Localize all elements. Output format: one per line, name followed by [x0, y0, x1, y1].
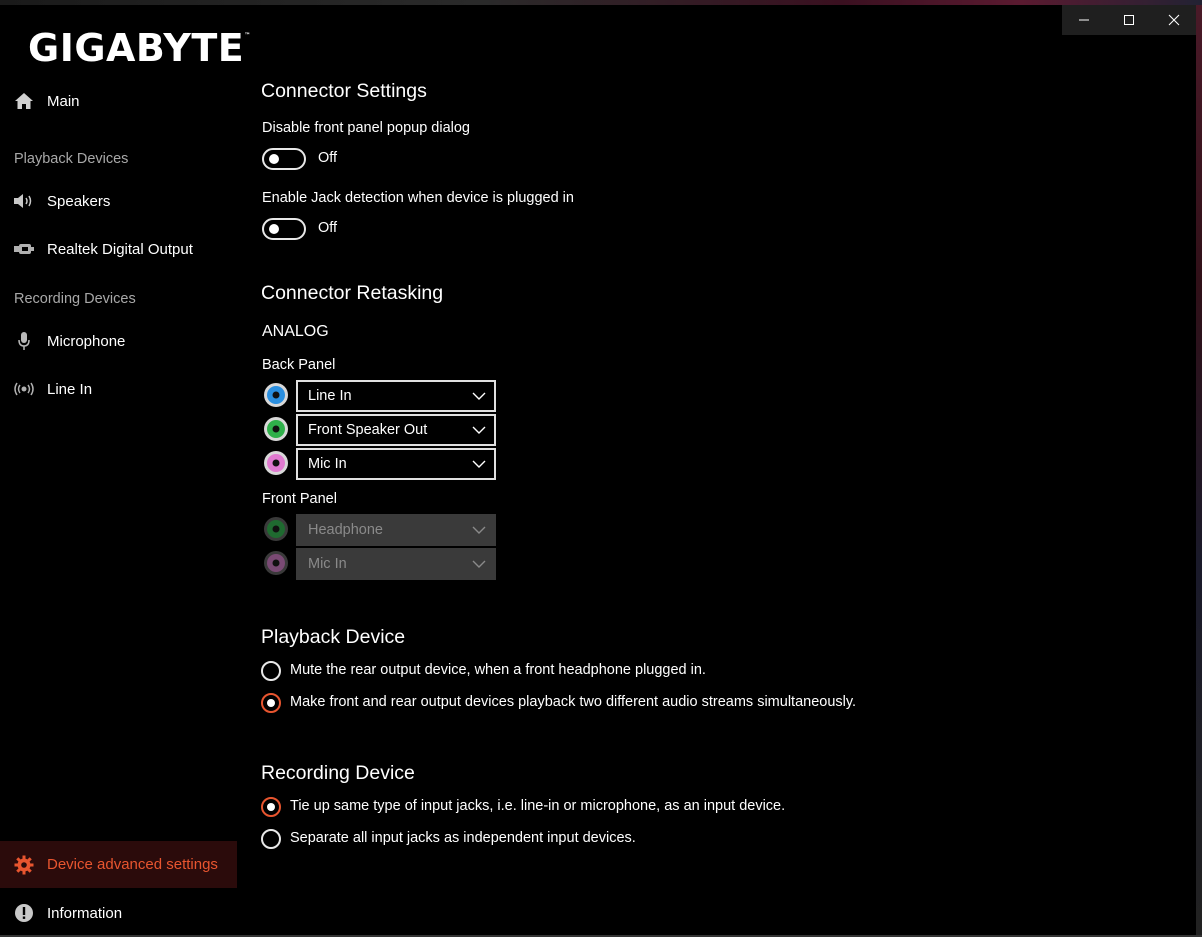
jack-connector-icon — [263, 382, 289, 408]
sidebar-item-line-in[interactable]: Line In — [0, 369, 237, 409]
sidebar-item-information[interactable]: Information — [0, 893, 237, 933]
sidebar-section-recording: Recording Devices — [14, 291, 136, 307]
sidebar-section-playback: Playback Devices — [14, 151, 129, 167]
back-jack-select[interactable]: Mic In — [296, 448, 496, 480]
sidebar-item-label: Line In — [47, 380, 93, 398]
home-icon — [0, 92, 47, 110]
sidebar-item-label: Main — [47, 92, 80, 110]
jack-detection-state: Off — [318, 220, 338, 236]
gigabyte-logo: GIGABYTE™ — [28, 26, 251, 70]
popup-dialog-toggle[interactable] — [262, 148, 306, 170]
window-top-border — [0, 0, 1202, 5]
sidebar-item-label: Realtek Digital Output — [47, 240, 193, 258]
select-value: Headphone — [308, 522, 383, 538]
close-button[interactable] — [1151, 5, 1196, 35]
back-jack-select[interactable]: Front Speaker Out — [296, 414, 496, 446]
select-value: Line In — [308, 388, 352, 404]
playback-device-title: Playback Device — [261, 626, 406, 648]
digital-output-icon — [0, 243, 47, 255]
jack-connector-icon — [263, 550, 289, 576]
minimize-button[interactable] — [1062, 5, 1107, 35]
toggle-knob — [269, 224, 279, 234]
sidebar-item-label: Device advanced settings — [47, 856, 218, 873]
front-jack-select: Headphone — [296, 514, 496, 546]
sidebar-item-speakers[interactable]: Speakers — [0, 181, 237, 221]
window-controls — [1062, 5, 1196, 35]
front-jack-select: Mic In — [296, 548, 496, 580]
popup-dialog-state: Off — [318, 150, 338, 166]
microphone-icon — [0, 331, 47, 351]
chevron-down-icon — [464, 460, 494, 468]
chevron-down-icon — [464, 560, 494, 568]
sidebar-item-main[interactable]: Main — [0, 81, 237, 121]
toggle-knob — [269, 154, 279, 164]
connector-retasking-title: Connector Retasking — [261, 282, 444, 304]
recording-device-title: Recording Device — [261, 762, 415, 784]
jack-detection-label: Enable Jack detection when device is plu… — [262, 190, 574, 206]
analog-label: ANALOG — [262, 323, 329, 340]
select-value: Mic In — [308, 456, 347, 472]
close-icon — [1168, 14, 1180, 26]
select-value: Mic In — [308, 556, 347, 572]
jack-detection-toggle[interactable] — [262, 218, 306, 240]
back-panel-label: Back Panel — [262, 357, 336, 373]
chevron-down-icon — [464, 426, 494, 434]
recording-option-tie-up-radio[interactable] — [261, 797, 281, 817]
recording-option-separate-radio[interactable] — [261, 829, 281, 849]
chevron-down-icon — [464, 526, 494, 534]
popup-dialog-label: Disable front panel popup dialog — [262, 120, 470, 136]
sidebar-item-label: Speakers — [47, 192, 111, 210]
back-jack-select[interactable]: Line In — [296, 380, 496, 412]
playback-option-mute-rear-label: Mute the rear output device, when a fron… — [290, 662, 706, 678]
gear-icon — [0, 855, 47, 875]
sidebar-item-device-advanced-settings[interactable]: Device advanced settings — [0, 841, 237, 888]
chevron-down-icon — [464, 392, 494, 400]
recording-option-tie-up-label: Tie up same type of input jacks, i.e. li… — [290, 798, 786, 814]
sidebar-item-microphone[interactable]: Microphone — [0, 321, 237, 361]
window-right-border — [1196, 5, 1202, 935]
playback-option-two-streams-radio[interactable] — [261, 693, 281, 713]
select-value: Front Speaker Out — [308, 422, 428, 438]
info-icon — [0, 903, 47, 923]
connector-settings-title: Connector Settings — [261, 80, 427, 102]
jack-connector-icon — [263, 416, 289, 442]
sidebar-item-label: Microphone — [47, 332, 126, 350]
minimize-icon — [1079, 19, 1090, 21]
speaker-icon — [0, 193, 47, 209]
playback-option-two-streams-label: Make front and rear output devices playb… — [290, 694, 857, 710]
maximize-icon — [1124, 15, 1134, 25]
sidebar-item-digital-output[interactable]: Realtek Digital Output — [0, 229, 237, 269]
jack-connector-icon — [263, 516, 289, 542]
sidebar-item-label: Information — [47, 904, 123, 922]
maximize-button[interactable] — [1107, 5, 1152, 35]
jack-connector-icon — [263, 450, 289, 476]
playback-option-mute-rear-radio[interactable] — [261, 661, 281, 681]
recording-option-separate-label: Separate all input jacks as independent … — [290, 830, 636, 846]
front-panel-label: Front Panel — [262, 491, 337, 507]
line-in-icon — [0, 382, 47, 396]
